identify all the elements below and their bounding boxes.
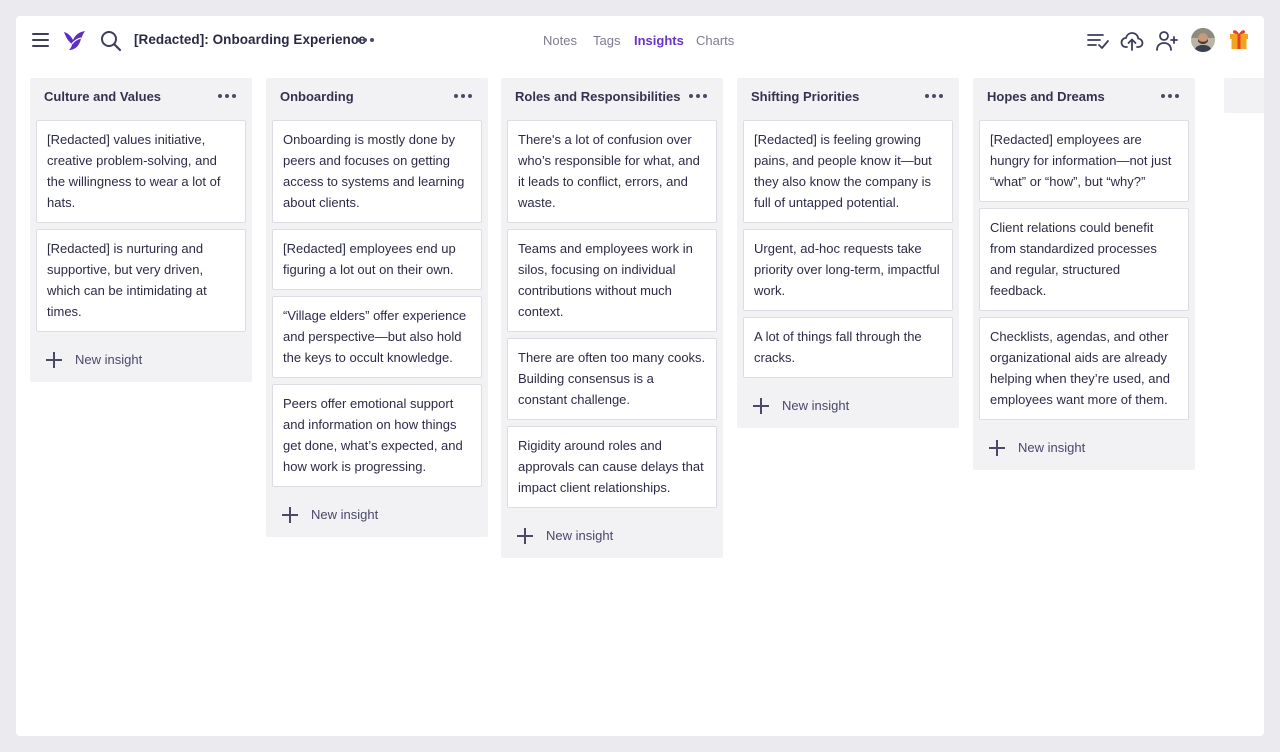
insight-card[interactable]: “Village elders” offer experience and pe…: [272, 296, 482, 378]
avatar[interactable]: [1191, 28, 1215, 52]
new-insight-label: New insight: [311, 507, 379, 522]
document-title[interactable]: [Redacted]: Onboarding Experience: [134, 32, 366, 47]
new-insight-button[interactable]: New insight: [737, 384, 959, 428]
insight-card[interactable]: Client relations could benefit from stan…: [979, 208, 1189, 311]
column-title: Roles and Responsibilities: [515, 89, 681, 104]
insight-card[interactable]: [Redacted] is nurturing and supportive, …: [36, 229, 246, 332]
column-header: Onboarding: [266, 78, 488, 118]
insight-card[interactable]: [Redacted] values initiative, creative p…: [36, 120, 246, 223]
insight-card[interactable]: There's a lot of confusion over who’s re…: [507, 120, 717, 223]
insight-card[interactable]: Checklists, agendas, and other organizat…: [979, 317, 1189, 420]
tab-notes[interactable]: Notes: [543, 33, 577, 48]
card-list: [Redacted] employees are hungry for info…: [973, 118, 1195, 420]
insight-card[interactable]: Rigidity around roles and approvals can …: [507, 426, 717, 508]
search-icon[interactable]: [100, 30, 122, 52]
new-insight-label: New insight: [782, 398, 850, 413]
column-menu-icon[interactable]: [689, 94, 707, 98]
new-insight-label: New insight: [75, 352, 143, 367]
menu-icon[interactable]: [32, 33, 49, 47]
tab-tags[interactable]: Tags: [593, 33, 620, 48]
checklist-icon[interactable]: [1086, 29, 1110, 53]
column-title: Onboarding: [280, 89, 354, 104]
plus-icon: [517, 528, 533, 544]
tab-charts[interactable]: Charts: [696, 33, 734, 48]
insight-card[interactable]: Urgent, ad-hoc requests take priority ov…: [743, 229, 953, 311]
plus-icon: [989, 440, 1005, 456]
column-menu-icon[interactable]: [218, 94, 236, 98]
column-menu-icon[interactable]: [454, 94, 472, 98]
column-partial[interactable]: [1224, 78, 1264, 113]
column-shifting-priorities: Shifting Priorities [Redacted] is feelin…: [737, 78, 959, 428]
logo-icon[interactable]: [63, 29, 87, 51]
add-user-icon[interactable]: [1155, 29, 1179, 53]
new-insight-label: New insight: [1018, 440, 1086, 455]
new-insight-label: New insight: [546, 528, 614, 543]
insight-card[interactable]: Onboarding is mostly done by peers and f…: [272, 120, 482, 223]
insight-card[interactable]: A lot of things fall through the cracks.: [743, 317, 953, 378]
tab-insights[interactable]: Insights: [634, 33, 684, 48]
column-header: Hopes and Dreams: [973, 78, 1195, 118]
more-icon[interactable]: [356, 38, 374, 44]
card-list: [Redacted] is feeling growing pains, and…: [737, 118, 959, 378]
plus-icon: [46, 352, 62, 368]
insight-card[interactable]: There are often too many cooks. Building…: [507, 338, 717, 420]
insights-board: Culture and Values [Redacted] values ini…: [30, 78, 1264, 736]
new-insight-button[interactable]: New insight: [501, 514, 723, 558]
insight-card[interactable]: [Redacted] employees are hungry for info…: [979, 120, 1189, 202]
insight-card[interactable]: Peers offer emotional support and inform…: [272, 384, 482, 487]
column-title: Shifting Priorities: [751, 89, 860, 104]
column-menu-icon[interactable]: [925, 94, 943, 98]
column-header: Roles and Responsibilities: [501, 78, 723, 118]
new-insight-button[interactable]: New insight: [266, 493, 488, 537]
column-hopes-and-dreams: Hopes and Dreams [Redacted] employees ar…: [973, 78, 1195, 470]
upload-icon[interactable]: [1120, 29, 1144, 53]
gift-icon[interactable]: [1229, 28, 1249, 50]
insight-card[interactable]: Teams and employees work in silos, focus…: [507, 229, 717, 332]
insight-card[interactable]: [Redacted] is feeling growing pains, and…: [743, 120, 953, 223]
card-list: Onboarding is mostly done by peers and f…: [266, 118, 488, 487]
top-bar: [Redacted]: Onboarding Experience Notes …: [16, 16, 1264, 66]
plus-icon: [282, 507, 298, 523]
new-insight-button[interactable]: New insight: [973, 426, 1195, 470]
new-insight-button[interactable]: New insight: [30, 338, 252, 382]
column-header: Shifting Priorities: [737, 78, 959, 118]
app-window: [Redacted]: Onboarding Experience Notes …: [16, 16, 1264, 736]
column-header: Culture and Values: [30, 78, 252, 118]
column-onboarding: Onboarding Onboarding is mostly done by …: [266, 78, 488, 537]
column-roles-and-responsibilities: Roles and Responsibilities There's a lot…: [501, 78, 723, 558]
insight-card[interactable]: [Redacted] employees end up figuring a l…: [272, 229, 482, 290]
column-title: Hopes and Dreams: [987, 89, 1105, 104]
plus-icon: [753, 398, 769, 414]
column-culture-and-values: Culture and Values [Redacted] values ini…: [30, 78, 252, 382]
card-list: There's a lot of confusion over who’s re…: [501, 118, 723, 508]
column-title: Culture and Values: [44, 89, 162, 104]
card-list: [Redacted] values initiative, creative p…: [30, 118, 252, 332]
column-menu-icon[interactable]: [1161, 94, 1179, 98]
